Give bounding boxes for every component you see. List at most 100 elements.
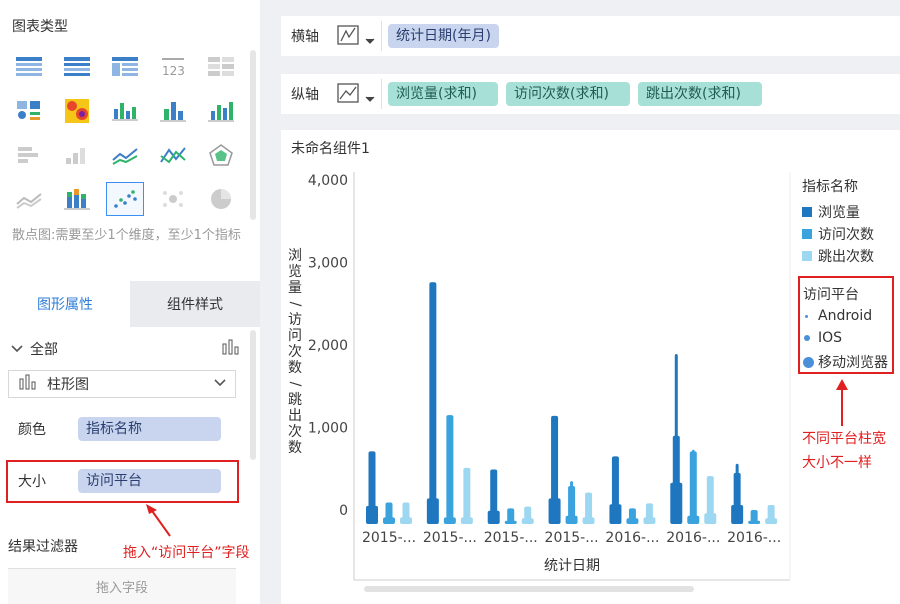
legend-item-ios[interactable]: IOS <box>804 330 842 346</box>
bar-访问次数-Android <box>630 508 634 524</box>
platform-annotation-line2: 大小不一样 <box>802 455 872 471</box>
size-annotation: 拖入“访问平台”字段 <box>123 545 250 561</box>
chevron-down-icon <box>213 376 227 394</box>
y-axis-title-char: 浏 <box>288 248 302 264</box>
chevron-down-icon <box>11 345 23 353</box>
grouped-bar-grid-icon[interactable] <box>106 94 144 128</box>
x-axis-type-icon[interactable] <box>331 20 381 52</box>
y-axis-title-char: / <box>287 382 303 387</box>
size-highlight-box <box>6 460 239 503</box>
y-axis-separator <box>381 79 382 109</box>
legend-item-views[interactable]: 浏览量 <box>802 202 860 222</box>
y-axis-title-char: 数 <box>288 440 302 456</box>
stacked-bar-icon[interactable] <box>58 182 96 216</box>
y-tick-label: 0 <box>339 503 348 519</box>
color-field-pill[interactable]: 指标名称 <box>78 417 221 441</box>
table-cross-icon[interactable] <box>106 50 144 84</box>
y-field-pill-bounces[interactable]: 跳出次数(求和) <box>638 82 762 106</box>
annotation-arrow-icon <box>836 379 848 426</box>
kpi-grid-icon[interactable] <box>202 50 240 84</box>
x-tick-label: 2016-... <box>727 530 781 546</box>
legend-item-visits[interactable]: 访问次数 <box>802 224 874 244</box>
scatter-chart-icon[interactable] <box>106 182 144 216</box>
filter-drop-zone[interactable]: 拖入字段 <box>8 568 236 604</box>
bar-浏览量-Android <box>431 282 435 524</box>
x-axis-bar: 横轴 统计日期(年月) <box>281 16 900 56</box>
y-tick-label: 2,000 <box>308 338 348 354</box>
tab-graphic-properties[interactable]: 图形属性 <box>0 281 130 327</box>
legend-label: 访问次数 <box>818 227 874 243</box>
legend-dot-small <box>805 314 808 318</box>
multi-line-chart-icon[interactable] <box>154 138 192 172</box>
pie-chart-icon[interactable] <box>202 182 240 216</box>
chart-types-scrollbar[interactable] <box>250 50 256 220</box>
step-bar-icon[interactable] <box>58 138 96 172</box>
y-axis-title-char: 问 <box>288 328 302 344</box>
y-axis-bar: 纵轴 浏览量(求和) 访问次数(求和) 跳出次数(求和) <box>281 74 900 114</box>
chart-type-hint: 散点图:需要至少1个维度，至少1个指标 <box>12 228 241 243</box>
tab-component-style[interactable]: 组件样式 <box>130 281 260 327</box>
kpi-number-icon[interactable]: 123 <box>154 50 192 84</box>
property-panel-scrollbar[interactable] <box>250 330 256 460</box>
radar-chart-icon[interactable] <box>202 138 240 172</box>
heatmap-icon[interactable] <box>58 94 96 128</box>
legend-swatch <box>802 207 812 217</box>
bar-跳出次数-Android <box>404 502 408 524</box>
bar-跳出次数-Android <box>587 492 591 524</box>
legend-swatch <box>802 251 812 261</box>
legend-label: 跳出次数 <box>818 249 874 265</box>
bar-chart-small-icon <box>19 374 37 394</box>
svg-text:123: 123 <box>162 64 185 78</box>
bar-跳出次数-Android <box>769 505 773 524</box>
bar-访问次数-Android <box>387 502 391 524</box>
y-field-pill-views[interactable]: 浏览量(求和) <box>388 82 498 106</box>
color-property-row: 颜色 指标名称 <box>8 409 236 449</box>
bar-访问次数-Android <box>570 481 574 524</box>
dot-cloud-icon[interactable] <box>154 182 192 216</box>
multi-bar-chart-icon[interactable] <box>202 94 240 128</box>
y-axis-title-char: 出 <box>288 408 302 424</box>
line-chart-icon[interactable] <box>106 138 144 172</box>
y-axis-title-char: 访 <box>288 312 302 328</box>
legend-item-android[interactable]: Android <box>805 308 872 324</box>
x-field-pill[interactable]: 统计日期(年月) <box>388 24 499 48</box>
horizontal-bar-icon[interactable] <box>10 138 48 172</box>
x-axis-label: 横轴 <box>291 29 319 45</box>
all-section-header[interactable]: 全部 <box>10 338 240 360</box>
y-tick-label: 3,000 <box>308 256 348 272</box>
y-axis-title-char: / <box>287 302 303 307</box>
bar-浏览量-Android <box>613 456 617 524</box>
color-label: 颜色 <box>18 422 46 438</box>
platform-annotation-line1: 不同平台柱宽 <box>802 431 886 447</box>
y-tick-label: 1,000 <box>308 421 348 437</box>
y-axis-type-icon[interactable] <box>331 78 381 110</box>
bar-跳出次数-Android <box>647 503 651 524</box>
table-detail-icon[interactable] <box>58 50 96 84</box>
chart-types-title: 图表类型 <box>12 19 68 35</box>
y-axis-label: 纵轴 <box>291 87 319 103</box>
legend-item-bounces[interactable]: 跳出次数 <box>802 246 874 266</box>
chart-select-value: 柱形图 <box>47 377 89 393</box>
legend-label: 浏览量 <box>818 205 860 221</box>
legend-dot-medium <box>804 335 810 341</box>
dot-matrix-icon[interactable] <box>10 94 48 128</box>
bar-浏览量-Android <box>674 354 678 524</box>
y-axis-title-char: 览 <box>288 264 302 280</box>
y-axis-title-char: 次 <box>288 344 302 360</box>
chart-type-select[interactable]: 柱形图 <box>8 370 236 398</box>
legend-label: Android <box>818 308 873 324</box>
area-line-icon[interactable] <box>10 182 48 216</box>
x-tick-label: 2015-... <box>423 530 477 546</box>
bar-访问次数-Android <box>509 508 513 524</box>
chart-widget: 未命名组件1 0 1,000 2,000 3,000 4,000 浏览量 / 访问次数 / 跳出次… <box>281 130 900 604</box>
legend-dot-large <box>803 356 814 368</box>
legend-metric-title: 指标名称 <box>802 179 858 195</box>
legend-label: 移动浏览器 <box>818 355 888 371</box>
legend-item-mobile-browser[interactable]: 移动浏览器 <box>803 352 888 372</box>
legend-swatch <box>802 229 812 239</box>
x-tick-label: 2015-... <box>362 530 416 546</box>
table-grouped-icon[interactable] <box>10 50 48 84</box>
bar-访问次数-Android <box>448 415 452 524</box>
y-field-pill-visits[interactable]: 访问次数(求和) <box>506 82 630 106</box>
bar-chart-icon[interactable] <box>154 94 192 128</box>
